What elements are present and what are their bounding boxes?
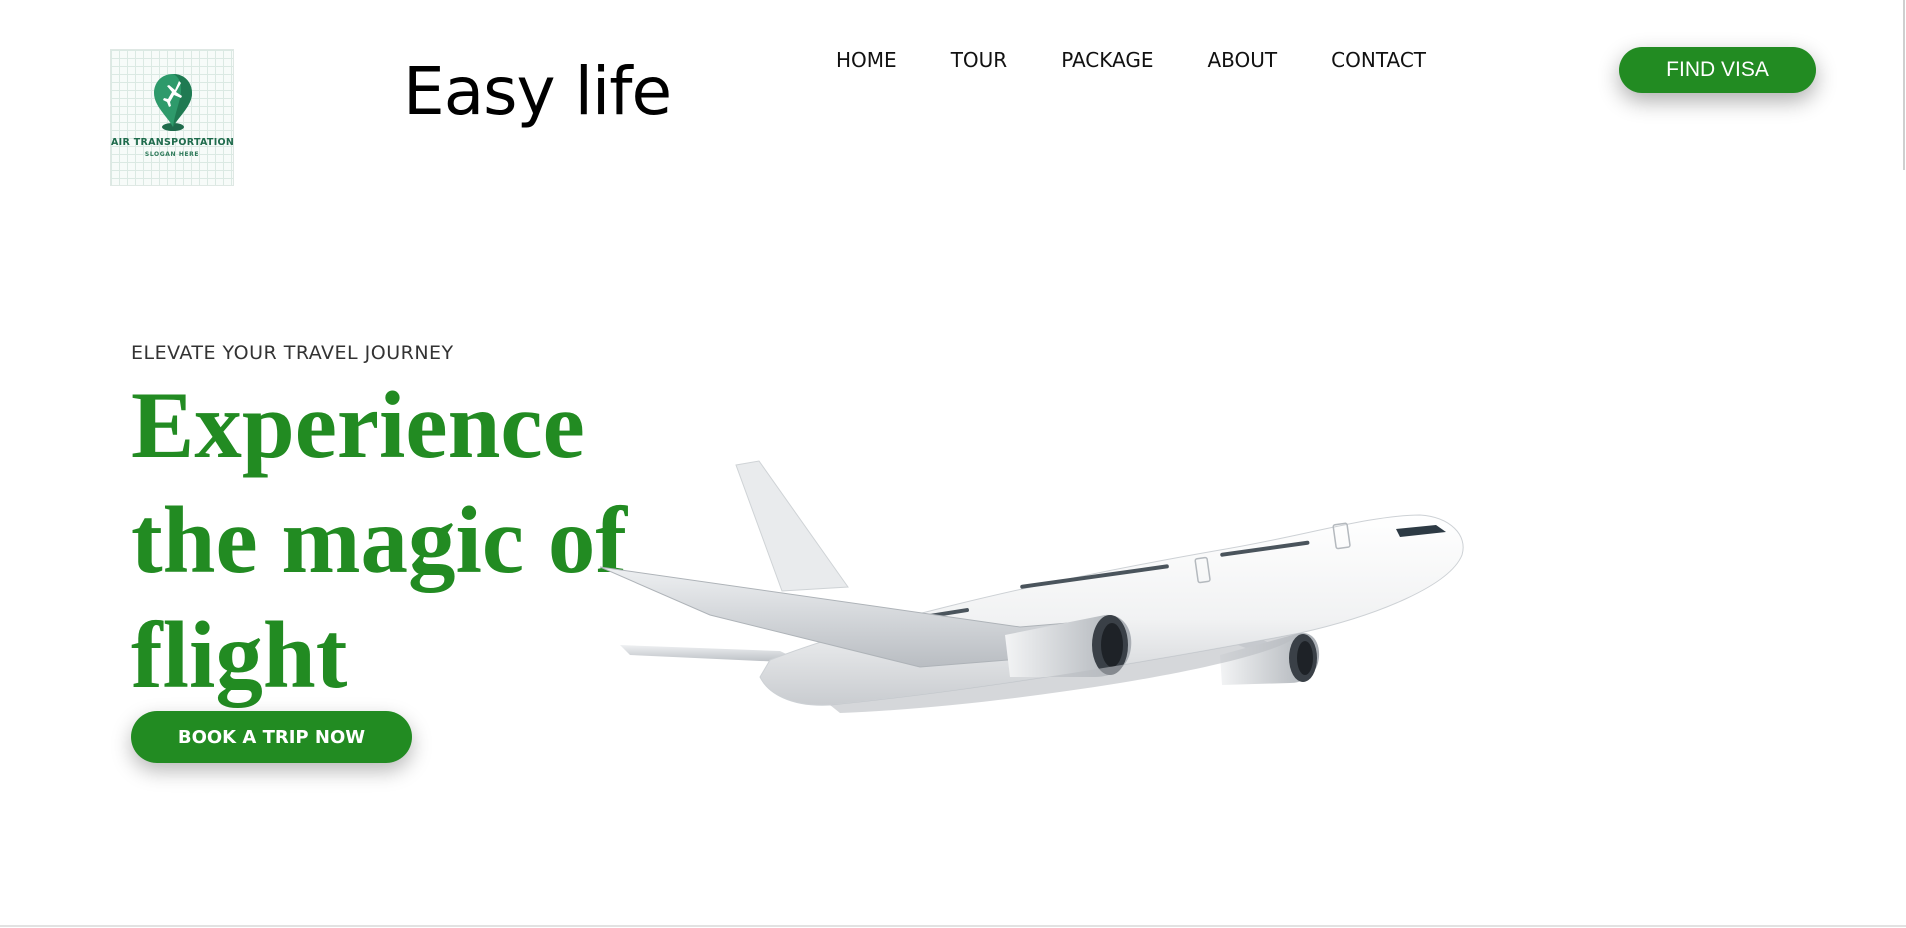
logo-slogan: SLOGAN HERE [144, 151, 200, 158]
book-trip-button[interactable]: BOOK A TRIP NOW [131, 711, 412, 763]
nav-item-package[interactable]: PACKAGE [1061, 48, 1153, 72]
nav-item-home[interactable]: HOME [836, 48, 897, 72]
hero-tagline: ELEVATE YOUR TRAVEL JOURNEY [131, 342, 454, 364]
nav-item-about[interactable]: ABOUT [1208, 48, 1278, 72]
find-visa-button[interactable]: FIND VISA [1619, 47, 1816, 93]
page: AIR TRANSPORTATION SLOGAN HERE Easy life… [0, 0, 1906, 928]
nav-item-contact[interactable]: CONTACT [1331, 48, 1426, 72]
scrollbar[interactable] [1903, 0, 1905, 170]
main-nav: HOME TOUR PACKAGE ABOUT CONTACT [836, 48, 1426, 72]
logo[interactable]: AIR TRANSPORTATION SLOGAN HERE [110, 49, 234, 186]
bottom-divider [0, 925, 1906, 927]
plane-pin-icon [154, 74, 192, 131]
brand-name: Easy life [403, 53, 672, 130]
nav-item-tour[interactable]: TOUR [951, 48, 1008, 72]
logo-title: AIR TRANSPORTATION [111, 137, 235, 148]
airplane-photo [600, 460, 1464, 713]
